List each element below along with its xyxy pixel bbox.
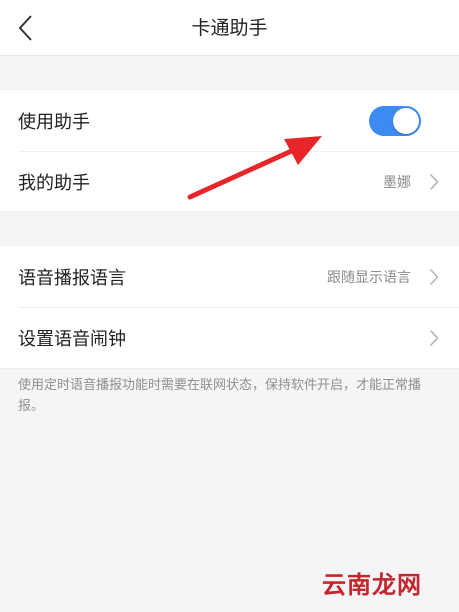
watermark-text: 云南龙网 [322, 571, 422, 599]
settings-group-voice: 语音播报语言 跟随显示语言 设置语音闹钟 [0, 245, 459, 369]
row-voice-alarm[interactable]: 设置语音闹钟 [0, 307, 459, 368]
nav-header: 卡通助手 [0, 0, 459, 56]
toggle-knob [393, 107, 419, 134]
row-value-my-assistant: 墨娜 [383, 174, 411, 191]
footnote-text: 使用定时语音播报功能时需要在联网状态，保持软件开启，才能正常播报。 [18, 378, 422, 414]
screen: 卡通助手 使用助手 我的助手 墨娜 语音播报语言 跟随显示语言 设置语音闹钟 使… [0, 0, 459, 612]
row-label-voice-alarm: 设置语音闹钟 [18, 328, 126, 350]
use-assistant-toggle[interactable] [369, 105, 421, 136]
row-use-assistant: 使用助手 [0, 90, 459, 151]
row-my-assistant[interactable]: 我的助手 墨娜 [0, 151, 459, 212]
chevron-right-icon [427, 173, 441, 191]
row-label-voice-language: 语音播报语言 [18, 267, 126, 289]
row-label-use-assistant: 使用助手 [18, 111, 90, 133]
settings-group-assistant: 使用助手 我的助手 墨娜 [0, 89, 459, 212]
row-voice-language[interactable]: 语音播报语言 跟随显示语言 [0, 246, 459, 307]
row-value-voice-language: 跟随显示语言 [327, 269, 411, 286]
chevron-right-icon [427, 329, 441, 347]
chevron-right-icon [427, 268, 441, 286]
row-label-my-assistant: 我的助手 [18, 172, 90, 194]
page-title: 卡通助手 [191, 17, 268, 39]
